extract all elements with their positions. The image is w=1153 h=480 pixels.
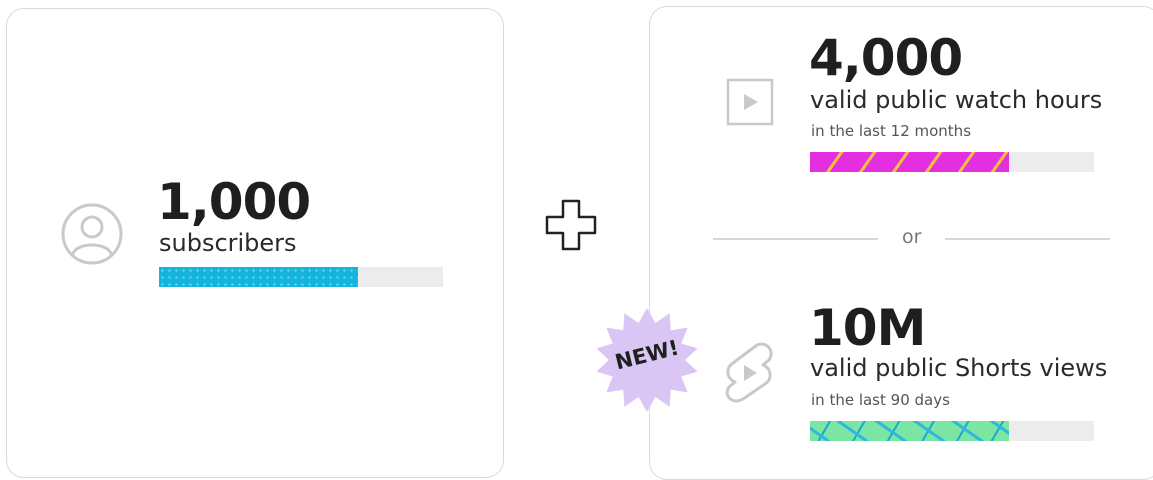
shorts-views-label: valid public Shorts views — [810, 354, 1108, 382]
play-icon — [726, 78, 774, 126]
new-badge: NEW! — [592, 305, 702, 415]
shorts-views-progress-fill — [810, 421, 1009, 441]
watch-hours-count: 4,000 — [809, 29, 963, 87]
subscribers-progress-track — [159, 267, 443, 287]
divider-or: or — [902, 226, 922, 248]
subscribers-progress-fill — [159, 267, 358, 287]
watch-hours-progress-fill — [810, 152, 1009, 172]
shorts-views-period: in the last 90 days — [811, 391, 950, 409]
watch-hours-label: valid public watch hours — [810, 86, 1103, 114]
plus-icon — [545, 199, 597, 251]
person-icon — [61, 203, 123, 265]
shorts-views-count: 10M — [809, 299, 926, 357]
subscribers-count: 1,000 — [157, 173, 311, 231]
shorts-icon — [725, 342, 773, 403]
watch-hours-progress-track — [810, 152, 1094, 172]
watch-hours-period: in the last 12 months — [811, 122, 972, 140]
eligibility-options-card: 4,000 valid public watch hours in the la… — [649, 6, 1153, 480]
shorts-views-progress-track — [810, 421, 1094, 441]
divider-right — [945, 238, 1110, 240]
subscribers-label: subscribers — [159, 229, 297, 257]
subscribers-card: 1,000 subscribers — [6, 8, 504, 478]
divider-left — [713, 238, 878, 240]
